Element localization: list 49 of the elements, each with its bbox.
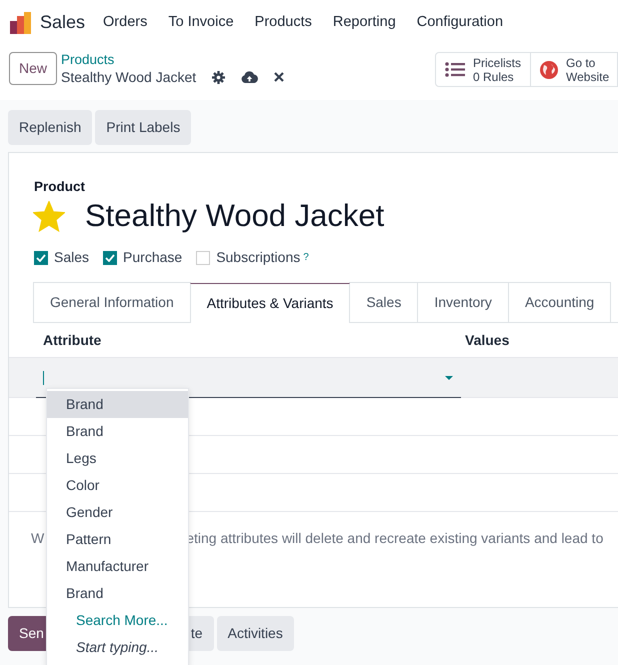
menu-item[interactable]: Products — [254, 12, 312, 34]
menu-item[interactable]: Orders — [103, 12, 148, 34]
cloud-upload-icon[interactable] — [241, 71, 258, 83]
smart-button[interactable]: Go to Website — [531, 53, 617, 86]
dropdown-item[interactable]: Gender — [47, 499, 188, 526]
smart-button-label: Go to Website — [566, 56, 610, 84]
record-name: Stealthy Wood Jacket — [61, 68, 196, 86]
smart-button-value: 0 Rules — [472, 70, 515, 84]
new-button[interactable]: New — [9, 52, 58, 85]
column-header: Attribute — [42, 330, 102, 350]
globe-icon — [540, 60, 558, 78]
help-text: W — [31, 529, 44, 548]
menu-item[interactable]: Configuration — [416, 12, 504, 34]
menu-item[interactable]: To Invoice — [168, 12, 234, 34]
dropdown-item[interactable]: Pattern — [47, 526, 188, 554]
settings-icon[interactable] — [212, 70, 226, 84]
chatter-button[interactable]: Sen — [8, 616, 46, 651]
dropdown-item[interactable]: Brand — [47, 580, 188, 608]
checkbox-label: Sales — [54, 248, 90, 268]
dropdown-caret-icon[interactable] — [445, 376, 453, 380]
dropdown-hint: Start typing... — [75, 638, 160, 658]
list-icon — [444, 62, 465, 77]
dropdown-item[interactable]: Brand — [47, 391, 188, 418]
smart-button[interactable]: Pricelists 0 Rules — [436, 53, 531, 86]
tab[interactable]: General Information — [33, 282, 191, 322]
field-label: Product — [34, 178, 86, 196]
app-logo-icon[interactable] — [10, 12, 32, 34]
checkbox[interactable] — [34, 250, 48, 265]
menu-item[interactable]: Reporting — [332, 12, 396, 34]
help-tooltip-mark[interactable]: ? — [303, 252, 309, 263]
smart-button-label: Pricelists — [472, 56, 521, 70]
checkbox[interactable] — [103, 250, 118, 265]
dropdown-item[interactable]: Legs — [47, 445, 188, 472]
action-button[interactable]: Print Labels — [95, 110, 192, 145]
checkbox-label: Subscriptions — [216, 248, 300, 268]
dropdown-item[interactable]: Color — [47, 472, 188, 500]
checkbox-label: Purchase — [123, 248, 182, 268]
tab[interactable]: Attributes & Variants — [190, 283, 350, 324]
dropdown-item[interactable]: Brand — [47, 418, 188, 446]
app-name[interactable]: Sales — [40, 9, 86, 36]
close-icon[interactable] — [274, 72, 284, 82]
tab[interactable]: Accounting — [508, 282, 612, 322]
action-button[interactable]: Replenish — [8, 110, 92, 145]
chatter-button[interactable]: Activities — [216, 616, 294, 651]
breadcrumb-link[interactable]: Products — [61, 52, 284, 68]
product-title: Stealthy Wood Jacket — [85, 197, 384, 236]
column-header: Values — [465, 330, 510, 350]
dropdown-item[interactable]: Manufacturer — [47, 553, 188, 580]
star-icon[interactable] — [33, 200, 65, 232]
